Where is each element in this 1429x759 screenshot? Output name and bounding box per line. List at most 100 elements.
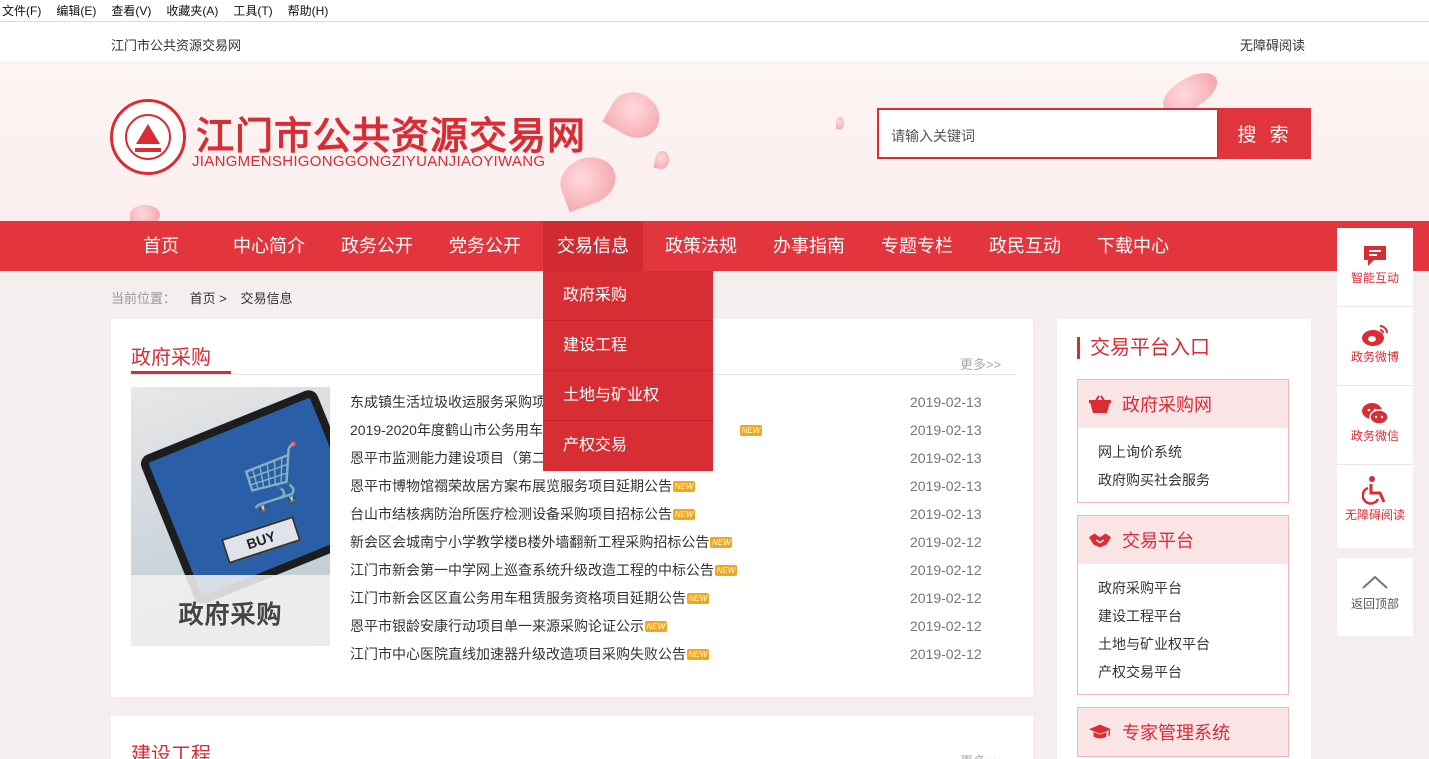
float-label: 政务微博: [1350, 350, 1399, 364]
menu-tools[interactable]: 工具(T): [233, 2, 272, 19]
news-title[interactable]: 恩平市银龄安康行动项目单一来源采购论证公示: [350, 618, 644, 634]
news-date: 2019-02-12: [910, 618, 982, 634]
news-date: 2019-02-13: [910, 478, 982, 494]
panel-title[interactable]: 建设工程: [131, 738, 211, 759]
trade-info-dropdown: 政府采购 建设工程 土地与矿业权 产权交易: [543, 271, 713, 471]
news-date: 2019-02-13: [910, 506, 982, 522]
box-header[interactable]: 政府采购网: [1078, 380, 1288, 428]
petal-decoration: [602, 83, 668, 147]
menu-favorites[interactable]: 收藏夹(A): [166, 2, 218, 19]
new-badge-icon: NEW: [687, 649, 709, 660]
search-input[interactable]: 请输入关键词: [877, 108, 1219, 159]
news-title[interactable]: 江门市新会第一中学网上巡查系统升级改造工程的中标公告: [350, 562, 714, 578]
nav-about[interactable]: 中心简介: [219, 221, 319, 271]
handshake-icon: [1088, 530, 1112, 550]
news-title[interactable]: 新会区会城南宁小学教学楼B楼外墙翻新工程采购招标公告: [350, 534, 709, 550]
nav-gov-affairs[interactable]: 政务公开: [327, 221, 427, 271]
news-date: 2019-02-13: [910, 422, 982, 438]
nav-topics[interactable]: 专题专栏: [867, 221, 967, 271]
dropdown-gov-procurement[interactable]: 政府采购: [543, 271, 713, 321]
breadcrumb-current[interactable]: 交易信息: [240, 291, 292, 306]
basket-icon: [1088, 394, 1112, 414]
title-underline: [131, 371, 231, 374]
nav-policy[interactable]: 政策法规: [651, 221, 751, 271]
list-item[interactable]: 恩平市博物馆禤荣故居方案布展览服务项目延期公告 NEW 2019-02-13: [350, 472, 995, 500]
chevron-up-icon: [1337, 558, 1413, 590]
sidebar-title: 交易平台入口: [1077, 337, 1210, 359]
dropdown-construction[interactable]: 建设工程: [543, 321, 713, 371]
list-item[interactable]: 恩平市银龄安康行动项目单一来源采购论证公示 NEW 2019-02-12: [350, 612, 995, 640]
graduation-cap-icon: [1088, 722, 1112, 742]
breadcrumb: 当前位置： 首页 > 交易信息: [111, 288, 293, 307]
float-label: 返回顶部: [1350, 597, 1399, 611]
news-title[interactable]: 台山市结核病防治所医疗检测设备采购项目招标公告: [350, 506, 672, 522]
list-item[interactable]: 江门市新会第一中学网上巡查系统升级改造工程的中标公告 NEW 2019-02-12: [350, 556, 995, 584]
menu-edit[interactable]: 编辑(E): [56, 2, 96, 19]
petal-decoration: [653, 149, 671, 171]
nav-home[interactable]: 首页: [111, 221, 211, 271]
list-item[interactable]: 江门市新会区区直公务用车租赁服务资格项目延期公告 NEW 2019-02-12: [350, 584, 995, 612]
sidebar-link-online-inquiry[interactable]: 网上询价系统: [1098, 438, 1288, 466]
sidebar-link-construction-platform[interactable]: 建设工程平台: [1098, 602, 1288, 630]
site-name: 江门市公共资源交易网: [111, 38, 242, 53]
sidebar-link-land-platform[interactable]: 土地与矿业权平台: [1098, 630, 1288, 658]
new-badge-icon: NEW: [673, 481, 695, 492]
news-title[interactable]: 江门市新会区区直公务用车租赁服务资格项目延期公告: [350, 590, 686, 606]
promo-image[interactable]: 🛒 BUY 政府采购: [131, 387, 330, 646]
browser-menu-bar: 文件(F) 编辑(E) 查看(V) 收藏夹(A) 工具(T) 帮助(H): [0, 0, 1429, 22]
dropdown-land-mining[interactable]: 土地与矿业权: [543, 371, 713, 421]
box-header[interactable]: 交易平台: [1078, 516, 1288, 564]
panel-title[interactable]: 政府采购: [131, 341, 211, 370]
new-badge-icon: NEW: [645, 621, 667, 632]
weibo-icon: [1337, 307, 1413, 347]
menu-help[interactable]: 帮助(H): [288, 2, 329, 19]
nav-trade-info[interactable]: 交易信息: [543, 221, 643, 271]
logo-title[interactable]: 江门市公共资源交易网: [196, 105, 586, 160]
sidebar-box-gov-procurement: 政府采购网 网上询价系统 政府购买社会服务: [1077, 379, 1289, 503]
nav-interaction[interactable]: 政民互动: [975, 221, 1075, 271]
accessibility-link[interactable]: 无障碍阅读: [1240, 35, 1305, 54]
logo-seal-icon[interactable]: [110, 99, 186, 175]
nav-guide[interactable]: 办事指南: [759, 221, 859, 271]
float-chat[interactable]: 智能互动: [1337, 228, 1413, 307]
main-nav: 首页 中心简介 政务公开 党务公开 交易信息 政策法规 办事指南 专题专栏 政民…: [0, 221, 1429, 271]
box-title: 交易平台: [1122, 531, 1194, 551]
sidebar-link-property-platform[interactable]: 产权交易平台: [1098, 658, 1288, 686]
sidebar-link-social-services[interactable]: 政府购买社会服务: [1098, 466, 1288, 494]
box-header[interactable]: 专家管理系统: [1078, 708, 1288, 756]
new-badge-icon: NEW: [673, 509, 695, 520]
news-title[interactable]: 东成镇生活垃圾收运服务采购项: [350, 394, 546, 410]
logo-subtitle: JIANGMENSHIGONGGONGZIYUANJIAOYIWANG: [192, 153, 546, 170]
nav-party-affairs[interactable]: 党务公开: [435, 221, 535, 271]
petal-decoration: [836, 117, 844, 129]
float-wechat[interactable]: 政务微信: [1337, 386, 1413, 465]
float-accessibility[interactable]: 无障碍阅读: [1337, 465, 1413, 548]
petal-decoration: [130, 205, 160, 221]
sidebar-link-gov-procurement-platform[interactable]: 政府采购平台: [1098, 574, 1288, 602]
menu-view[interactable]: 查看(V): [111, 2, 151, 19]
menu-file[interactable]: 文件(F): [2, 2, 41, 19]
news-title[interactable]: 恩平市博物馆禤荣故居方案布展览服务项目延期公告: [350, 478, 672, 494]
float-weibo[interactable]: 政务微博: [1337, 307, 1413, 386]
box-title: 专家管理系统: [1122, 723, 1230, 743]
wheelchair-icon: [1337, 465, 1413, 505]
new-badge-icon: NEW: [739, 425, 762, 436]
wechat-icon: [1337, 386, 1413, 426]
breadcrumb-label: 当前位置：: [111, 291, 177, 306]
nav-download[interactable]: 下载中心: [1083, 221, 1183, 271]
more-link[interactable]: 更多>>: [960, 751, 1001, 759]
sidebar-box-expert-system: 专家管理系统: [1077, 707, 1289, 757]
news-title[interactable]: 江门市中心医院直线加速器升级改造项目采购失败公告: [350, 646, 686, 662]
list-item[interactable]: 新会区会城南宁小学教学楼B楼外墙翻新工程采购招标公告 NEW 2019-02-12: [350, 528, 995, 556]
more-link[interactable]: 更多>>: [960, 354, 1001, 373]
news-title[interactable]: 恩平市监测能力建设项目（第二: [350, 450, 546, 466]
news-title[interactable]: 2019-2020年度鹤山市公务用车: [350, 422, 543, 438]
search-button[interactable]: 搜 索: [1219, 108, 1311, 159]
list-item[interactable]: 台山市结核病防治所医疗检测设备采购项目招标公告 NEW 2019-02-13: [350, 500, 995, 528]
header: 江门市公共资源交易网 JIANGMENSHIGONGGONGZIYUANJIAO…: [0, 63, 1429, 221]
news-date: 2019-02-12: [910, 646, 982, 662]
list-item[interactable]: 江门市中心医院直线加速器升级改造项目采购失败公告 NEW 2019-02-12: [350, 640, 995, 668]
back-to-top[interactable]: 返回顶部: [1337, 558, 1413, 636]
dropdown-property[interactable]: 产权交易: [543, 421, 713, 471]
breadcrumb-home[interactable]: 首页 >: [190, 291, 227, 306]
